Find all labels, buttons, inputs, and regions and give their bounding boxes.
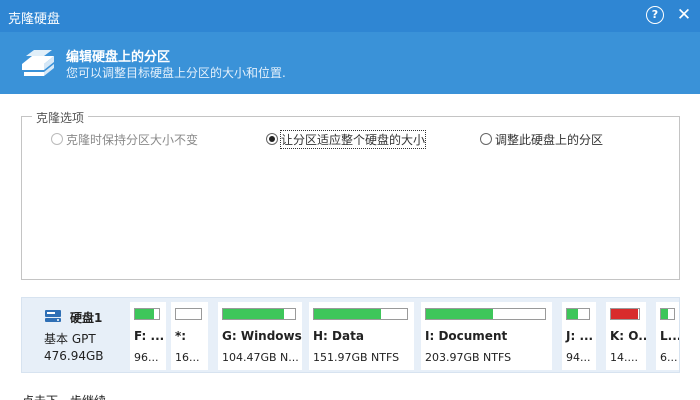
partition-label: J: ...: [566, 329, 594, 343]
help-icon[interactable]: ?: [646, 6, 664, 24]
radio-keep-size: [51, 133, 63, 145]
partition-size: 96...: [134, 351, 159, 364]
usage-fill: [611, 309, 638, 319]
partition-tile[interactable]: L... 6...: [656, 302, 679, 370]
usage-bar: [425, 308, 546, 320]
radio-fit-disk[interactable]: [266, 133, 278, 145]
partition-label: I: Document: [425, 329, 508, 343]
partition-label: H: Data: [313, 329, 364, 343]
instruction-text: 点击下一步继续。: [22, 392, 118, 400]
radio-edit-partitions[interactable]: [480, 133, 492, 145]
partition-size: 16...: [175, 351, 200, 364]
close-icon[interactable]: ✕: [675, 6, 693, 24]
partition-size: 203.97GB NTFS: [425, 351, 512, 364]
partition-label: L...: [660, 329, 679, 343]
option-keep-size: 克隆时保持分区大小不变: [51, 131, 198, 147]
option-fit-disk-label[interactable]: 让分区适应整个硬盘的大小: [279, 129, 427, 149]
disk-info[interactable]: 硬盘1 基本 GPT 476.94GB: [22, 298, 126, 372]
partition-tile[interactable]: I: Document 203.97GB NTFS: [421, 302, 552, 370]
header-subtitle: 您可以调整目标硬盘上分区的大小和位置.: [66, 66, 286, 80]
usage-fill: [426, 309, 493, 319]
option-edit-partitions-label[interactable]: 调整此硬盘上的分区: [495, 131, 603, 148]
header-title: 编辑硬盘上的分区: [66, 50, 171, 65]
option-keep-size-label: 克隆时保持分区大小不变: [66, 132, 199, 147]
partition-tile[interactable]: F: ... 96...: [130, 302, 166, 370]
partition-size: 94...: [566, 351, 591, 364]
partition-tile[interactable]: G: Windows 104.47GB N...: [218, 302, 302, 370]
partition-tile[interactable]: H: Data 151.97GB NTFS: [309, 302, 414, 370]
usage-fill: [223, 309, 285, 319]
partition-size: 151.97GB NTFS: [313, 351, 400, 364]
usage-fill: [314, 309, 381, 319]
usage-bar: [175, 308, 202, 320]
partition-size: 104.47GB N...: [222, 351, 299, 364]
usage-fill: [661, 309, 668, 319]
disk-size: 476.94GB: [44, 349, 104, 363]
clone-options-legend: 克隆选项: [32, 109, 89, 126]
disk-stack-icon: [22, 50, 54, 76]
disk-map: 硬盘1 基本 GPT 476.94GB F: ... 96... *: 16..…: [21, 297, 680, 373]
usage-bar: [313, 308, 408, 320]
partition-tile[interactable]: K: O... 14....: [606, 302, 646, 370]
partition-size: 6...: [660, 351, 678, 364]
usage-bar: [134, 308, 160, 320]
partition-label: *:: [175, 329, 187, 343]
partition-tile[interactable]: J: ... 94...: [562, 302, 596, 370]
partition-label: F: ...: [134, 329, 165, 343]
usage-bar: [566, 308, 590, 320]
option-edit-partitions[interactable]: 调整此硬盘上的分区: [480, 131, 603, 147]
disk-type: 基本 GPT: [44, 332, 96, 346]
title-bar: 克隆硬盘 ? ✕: [0, 0, 700, 32]
partition-label: G: Windows: [222, 329, 302, 343]
partition-label: K: O...: [610, 329, 646, 343]
partition-size: 14....: [610, 351, 638, 364]
usage-fill: [567, 309, 578, 319]
hard-disk-icon: [45, 310, 61, 322]
disk-name: 硬盘1: [70, 311, 103, 325]
partition-tile[interactable]: *: 16...: [171, 302, 208, 370]
header-banner: 编辑硬盘上的分区 您可以调整目标硬盘上分区的大小和位置.: [0, 32, 700, 94]
usage-bar: [222, 308, 296, 320]
usage-fill: [135, 309, 155, 319]
usage-bar: [660, 308, 675, 320]
window-title: 克隆硬盘: [8, 12, 61, 27]
usage-bar: [610, 308, 640, 320]
option-fit-disk[interactable]: 让分区适应整个硬盘的大小: [266, 129, 427, 149]
